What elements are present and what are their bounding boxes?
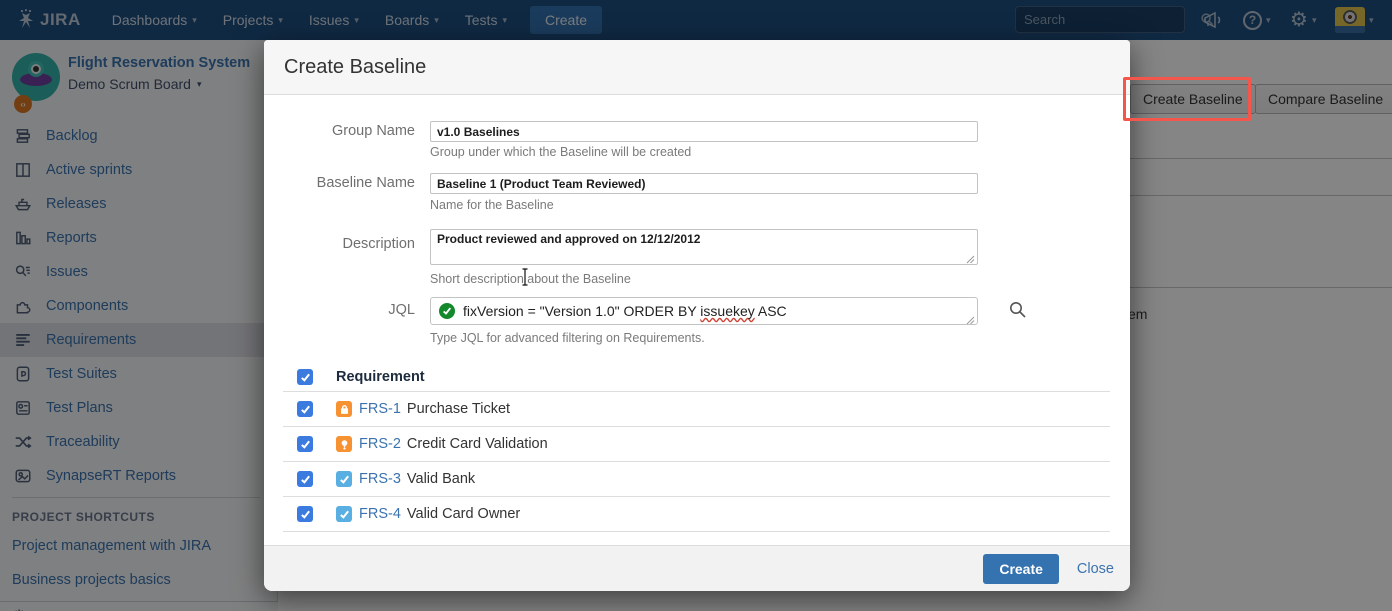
page: JIRA Dashboards▾Projects▾Issues▾Boards▾T… <box>0 0 1392 611</box>
description-label: Description <box>264 236 415 252</box>
issue-key-link[interactable]: FRS-1 <box>359 401 401 417</box>
jql-help: Type JQL for advanced filtering on Requi… <box>430 331 705 345</box>
group-name-input[interactable] <box>430 121 978 142</box>
close-link[interactable]: Close <box>1077 561 1114 577</box>
issue-summary: Credit Card Validation <box>407 436 548 452</box>
issue-key-link[interactable]: FRS-2 <box>359 436 401 452</box>
dialog-title: Create Baseline <box>284 56 426 79</box>
group-name-label: Group Name <box>264 123 415 139</box>
baseline-name-input[interactable] <box>430 173 978 194</box>
dialog-header: Create Baseline <box>264 40 1130 95</box>
jql-input[interactable]: fixVersion = "Version 1.0" ORDER BY issu… <box>430 297 978 325</box>
jql-valid-icon <box>439 303 455 319</box>
issue-key-link[interactable]: FRS-3 <box>359 471 401 487</box>
issue-type-lock-icon <box>336 401 352 417</box>
issue-summary: Valid Bank <box>407 471 475 487</box>
text-cursor-icon <box>520 268 530 286</box>
row-checkbox[interactable] <box>297 401 313 417</box>
issue-type-check-icon <box>336 506 352 522</box>
description-input[interactable]: Product reviewed and approved on 12/12/2… <box>430 229 978 265</box>
row-checkbox[interactable] <box>297 436 313 452</box>
description-help: Short description about the Baseline <box>430 272 631 286</box>
requirement-row: FRS-4 Valid Card Owner <box>283 497 1110 532</box>
requirement-list: FRS-1 Purchase Ticket FRS-2 Credit Card Val… <box>283 392 1110 532</box>
row-checkbox[interactable] <box>297 471 313 487</box>
jql-label: JQL <box>264 302 415 318</box>
row-checkbox[interactable] <box>297 506 313 522</box>
issue-summary: Purchase Ticket <box>407 401 510 417</box>
requirement-row: FRS-2 Credit Card Validation <box>283 427 1110 462</box>
annotation-highlight-box <box>1123 77 1251 121</box>
issue-summary: Valid Card Owner <box>407 506 520 522</box>
jql-value: fixVersion = "Version 1.0" ORDER BY issu… <box>463 303 787 319</box>
issue-type-bulb-icon <box>336 436 352 452</box>
create-button[interactable]: Create <box>983 554 1059 584</box>
requirement-row: FRS-1 Purchase Ticket <box>283 392 1110 427</box>
create-baseline-dialog: Create Baseline Group Name Group under w… <box>264 40 1130 591</box>
requirement-column-header: Requirement <box>336 369 425 385</box>
dialog-footer: Create Close <box>264 545 1130 591</box>
requirement-row: FRS-3 Valid Bank <box>283 462 1110 497</box>
baseline-name-label: Baseline Name <box>264 175 415 191</box>
issue-type-check-icon <box>336 471 352 487</box>
jql-search-icon[interactable] <box>1008 300 1028 320</box>
group-name-help: Group under which the Baseline will be c… <box>430 145 691 159</box>
issue-key-link[interactable]: FRS-4 <box>359 506 401 522</box>
baseline-name-help: Name for the Baseline <box>430 198 554 212</box>
select-all-checkbox[interactable] <box>297 369 313 385</box>
